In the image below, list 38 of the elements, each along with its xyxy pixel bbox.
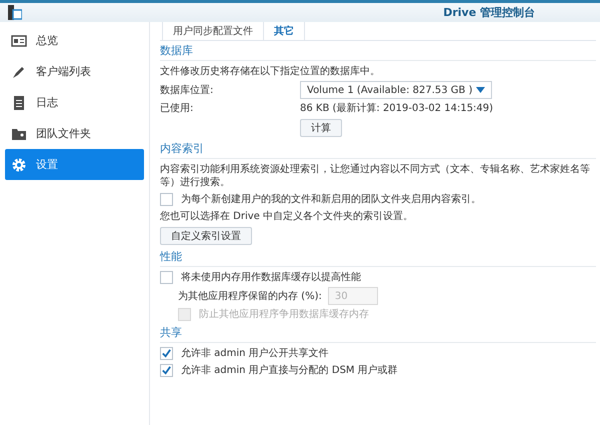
checkbox-label: 为每个新创建用户的我的文件和新启用的团队文件夹启用内容索引。 [181, 193, 481, 206]
action-button[interactable]: 自定义索引设置 [160, 227, 252, 245]
document-icon [11, 94, 27, 110]
description-text: 内容索引功能利用系统资源处理索引，让您通过内容以不同方式（文本、专辑名称、艺术家姓名等等）进行搜索。 [160, 162, 591, 190]
checkmark-icon [161, 348, 172, 359]
action-button[interactable]: 计算 [300, 119, 342, 137]
checkbox[interactable] [160, 193, 173, 206]
checkbox-label: 允许非 admin 用户直接与分配的 DSM 用户或群 [181, 364, 398, 377]
sidebar-item[interactable]: 设置 [5, 149, 144, 180]
section-heading: 共享 [160, 326, 596, 343]
caret-icon [476, 87, 485, 93]
sidebar-item[interactable]: 客户端列表 [5, 56, 144, 87]
checkbox[interactable] [160, 364, 173, 377]
gear-icon [11, 156, 27, 172]
dropdown-value: Volume 1 (Available: 827.53 GB ) [307, 84, 472, 96]
description-text: 您也可以选择在 Drive 中自定义各个文件夹的索引设置。 [160, 210, 414, 224]
section-heading: 数据库 [160, 44, 596, 61]
sidebar-item[interactable]: 总览 [5, 25, 144, 56]
checkbox-label: 将未使用内存用作数据库缓存以提高性能 [181, 271, 361, 284]
checkmark-icon [161, 365, 172, 376]
checkbox[interactable] [160, 347, 173, 360]
volume-dropdown[interactable]: Volume 1 (Available: 827.53 GB ) [300, 81, 492, 99]
field-label: 为其他应用程序保留的内存 (%): [178, 290, 322, 302]
field-label: 已使用: [160, 102, 194, 115]
field-label: 数据库位置: [160, 84, 214, 96]
sidebar-item[interactable]: 日志 [5, 87, 144, 118]
section-heading: 性能 [160, 250, 596, 267]
tab[interactable]: 其它 [263, 22, 305, 40]
section-heading: 内容索引 [160, 142, 596, 159]
id-card-icon [11, 32, 27, 48]
app-logo-icon [8, 5, 22, 20]
checkbox[interactable] [160, 271, 173, 284]
checkbox-label: 允许非 admin 用户公开共享文件 [181, 347, 329, 360]
sidebar-item[interactable]: 团队文件夹 [5, 118, 144, 149]
window-title: Drive 管理控制台 [443, 6, 535, 19]
description-text: 文件修改历史将存储在以下指定位置的数据库中。 [160, 64, 381, 79]
checkbox-label: 防止其他应用程序争用数据库缓存内存 [199, 308, 369, 321]
usage-value: 86 KB (最新计算: 2019-03-02 14:15:49) [300, 102, 494, 115]
